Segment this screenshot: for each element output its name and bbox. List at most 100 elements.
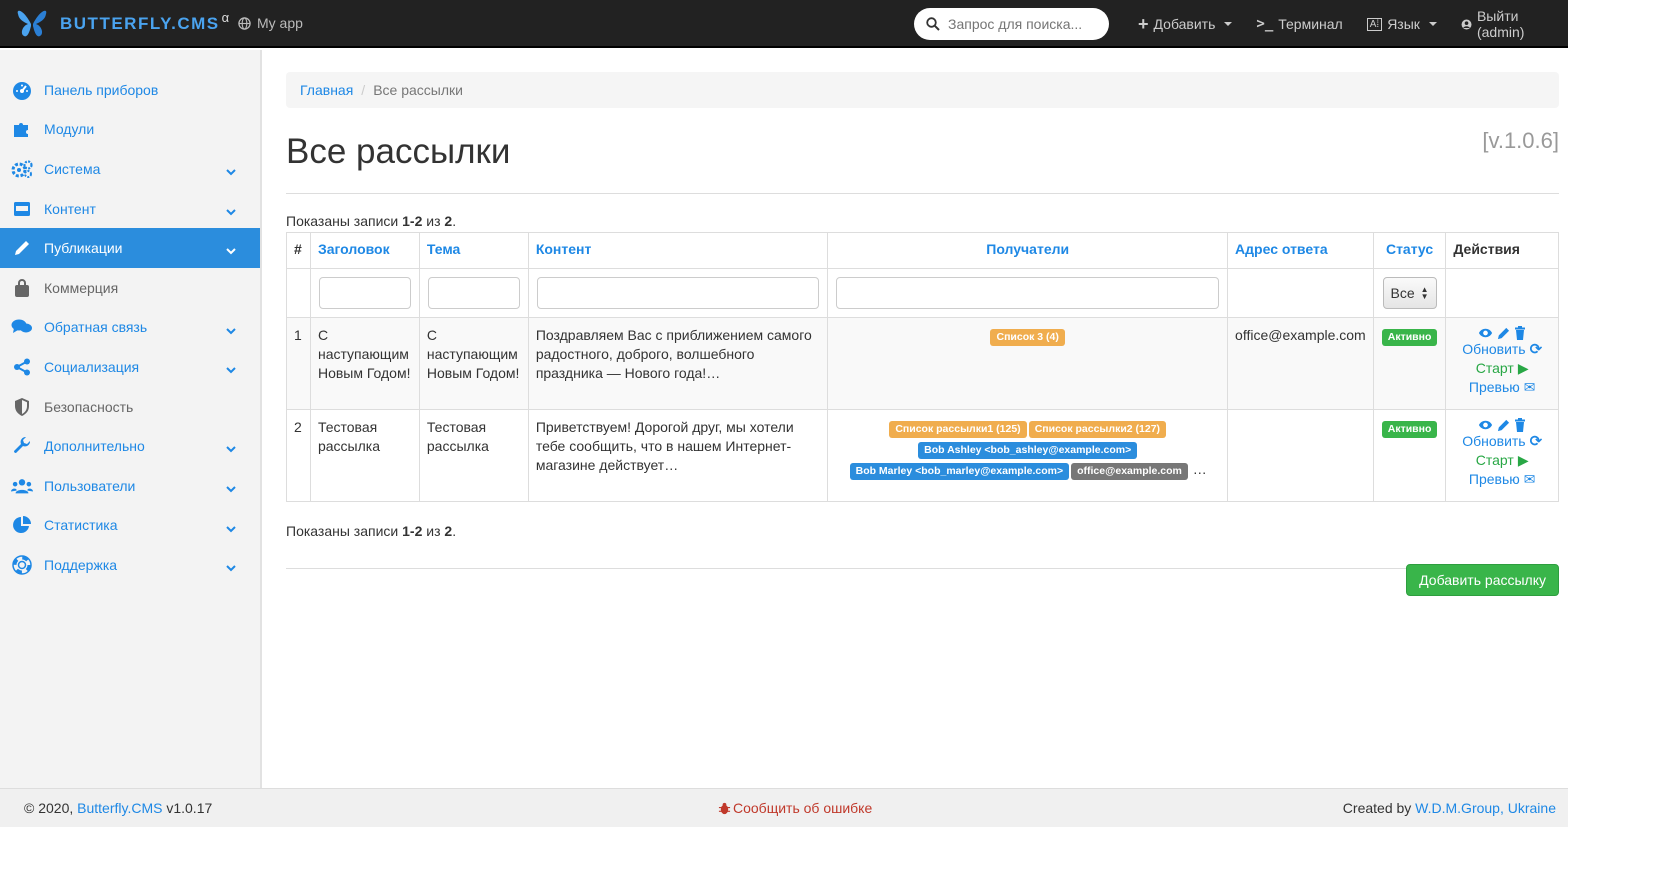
column-header-content[interactable]: Контент xyxy=(527,232,829,269)
start-action[interactable]: Старт ▶ xyxy=(1453,451,1551,470)
sort-title-link[interactable]: Заголовок xyxy=(318,241,390,257)
summary-end: . xyxy=(452,213,457,229)
status-badge: Активно xyxy=(1381,421,1438,438)
envelope-icon: ✉ xyxy=(1523,379,1536,395)
cell-recipients: Список 3 (4) xyxy=(827,317,1229,410)
filter-row: Все ▲ ▼ xyxy=(286,268,1559,318)
add-menu[interactable]: + Добавить xyxy=(1126,0,1244,48)
sort-reply-link[interactable]: Адрес ответа xyxy=(1235,241,1328,257)
created-by-text: Created by xyxy=(1342,800,1416,816)
preview-action[interactable]: Превью ✉ xyxy=(1453,378,1551,397)
preview-action[interactable]: Превью ✉ xyxy=(1453,470,1551,489)
sidebar-item-label: Контент xyxy=(44,200,96,217)
add-mailing-button[interactable]: Добавить рассылку xyxy=(1406,564,1559,596)
sidebar-item-security[interactable]: Безопасность xyxy=(0,387,260,427)
breadcrumb-home[interactable]: Главная xyxy=(300,82,353,98)
footer: © 2020, Butterfly.CMS v1.0.17 Сообщить о… xyxy=(0,788,1568,827)
cms-link[interactable]: Butterfly.CMS xyxy=(77,800,162,816)
sidebar-item-modules[interactable]: Модули xyxy=(0,110,260,150)
sort-recipients-link[interactable]: Получатели xyxy=(986,241,1069,257)
edit-pencil-icon[interactable] xyxy=(1497,419,1510,432)
select-arrows-icon: ▲ ▼ xyxy=(1420,285,1429,301)
records-summary-bottom: Показаны записи 1-2 из 2. xyxy=(286,523,1559,539)
title-bar: Все рассылки [v.1.0.6] xyxy=(286,108,1559,194)
update-action[interactable]: Обновить ⟳ xyxy=(1453,340,1551,359)
filter-subject-input[interactable] xyxy=(427,277,520,309)
cms-version: v1.0.17 xyxy=(162,800,213,816)
filter-content-input[interactable] xyxy=(536,277,820,309)
users-icon xyxy=(11,475,33,497)
app-link[interactable]: My app xyxy=(238,15,303,31)
filter-title-input[interactable] xyxy=(318,277,411,309)
update-action[interactable]: Обновить ⟳ xyxy=(1453,432,1551,451)
edit-pencil-icon[interactable] xyxy=(1497,327,1510,340)
records-summary: Показаны записи 1-2 из 2. xyxy=(286,213,1559,229)
cell-reply xyxy=(1227,409,1374,502)
language-menu[interactable]: A⁞ Язык xyxy=(1355,0,1449,48)
language-icon: A⁞ xyxy=(1366,17,1383,31)
view-eye-icon[interactable] xyxy=(1478,327,1493,339)
sidebar-item-system[interactable]: Система xyxy=(0,149,260,189)
filter-cell-reply xyxy=(1227,268,1374,318)
sidebar-item-label: Модули xyxy=(44,121,95,138)
filter-cell-empty xyxy=(286,268,311,318)
chevron-down-icon xyxy=(226,203,236,219)
terminal-link[interactable]: >_ Терминал xyxy=(1244,0,1354,48)
column-header-status[interactable]: Статус xyxy=(1372,232,1447,269)
caret-down-icon xyxy=(1224,22,1233,26)
sidebar-item-support[interactable]: Поддержка xyxy=(0,545,260,585)
chevron-down-icon xyxy=(226,559,236,575)
column-header-recipients[interactable]: Получатели xyxy=(827,232,1229,269)
sort-subject-link[interactable]: Тема xyxy=(427,241,460,257)
column-header-reply[interactable]: Адрес ответа xyxy=(1227,232,1374,269)
sidebar-item-publications[interactable]: Публикации xyxy=(0,228,260,268)
sidebar-item-label: Коммерция xyxy=(44,279,119,296)
sidebar-item-users[interactable]: Пользователи xyxy=(0,466,260,506)
filter-recipients-input[interactable] xyxy=(836,277,1220,309)
filter-cell-content xyxy=(527,268,829,318)
column-header-title[interactable]: Заголовок xyxy=(309,232,420,269)
terminal-label: Терминал xyxy=(1278,16,1343,32)
author-link[interactable]: W.D.M.Group, Ukraine xyxy=(1415,800,1556,816)
summary-prefix: Показаны записи xyxy=(286,213,403,229)
sort-content-link[interactable]: Контент xyxy=(536,241,592,257)
column-header-subject[interactable]: Тема xyxy=(418,232,529,269)
sidebar-item-dashboard[interactable]: Панель приборов xyxy=(0,70,260,110)
filter-cell-title xyxy=(309,268,420,318)
pie-chart-icon xyxy=(11,514,33,536)
puzzle-icon xyxy=(11,118,33,140)
brand-name: BUTTERFLY.CMS xyxy=(60,14,220,33)
breadcrumb: Главная / Все рассылки xyxy=(286,72,1559,108)
play-icon: ▶ xyxy=(1517,360,1529,376)
sidebar-item-social[interactable]: Социализация xyxy=(0,347,260,387)
sidebar-item-additional[interactable]: Дополнительно xyxy=(0,426,260,466)
sidebar-item-content[interactable]: Контент xyxy=(0,189,260,229)
search-box[interactable] xyxy=(914,8,1109,40)
delete-trash-icon[interactable] xyxy=(1514,326,1526,340)
breadcrumb-current: Все рассылки xyxy=(373,82,463,98)
recipient-badge: office@example.com xyxy=(1071,463,1188,480)
delete-trash-icon[interactable] xyxy=(1514,418,1526,432)
view-eye-icon[interactable] xyxy=(1478,419,1493,431)
search-icon xyxy=(926,17,940,31)
sidebar-item-label: Статистика xyxy=(44,517,118,534)
shield-icon xyxy=(11,396,33,418)
logout-link[interactable]: Выйти (admin) xyxy=(1449,0,1568,48)
sidebar-item-commerce[interactable]: Коммерция xyxy=(0,268,260,308)
cell-actions: Обновить ⟳ Старт ▶ Превью ✉ xyxy=(1445,409,1559,502)
cell-number: 1 xyxy=(286,317,311,410)
sidebar-item-statistics[interactable]: Статистика xyxy=(0,506,260,546)
sort-status-link[interactable]: Статус xyxy=(1386,241,1433,257)
sidebar-item-feedback[interactable]: Обратная связь xyxy=(0,308,260,348)
brand[interactable]: BUTTERFLY.CMS α xyxy=(14,6,229,42)
divider xyxy=(286,568,1559,569)
filter-cell-status: Все ▲ ▼ xyxy=(1372,268,1447,318)
start-label: Старт xyxy=(1475,360,1514,376)
status-filter-select[interactable]: Все ▲ ▼ xyxy=(1382,277,1437,309)
report-bug-link[interactable]: Сообщить об ошибке xyxy=(718,800,872,816)
chevron-down-icon xyxy=(226,361,236,377)
search-input[interactable] xyxy=(948,16,1098,32)
recipient-badge: Список рассылки1 (125) xyxy=(889,421,1027,438)
page-title: Все рассылки xyxy=(286,132,511,171)
start-action[interactable]: Старт ▶ xyxy=(1453,359,1551,378)
